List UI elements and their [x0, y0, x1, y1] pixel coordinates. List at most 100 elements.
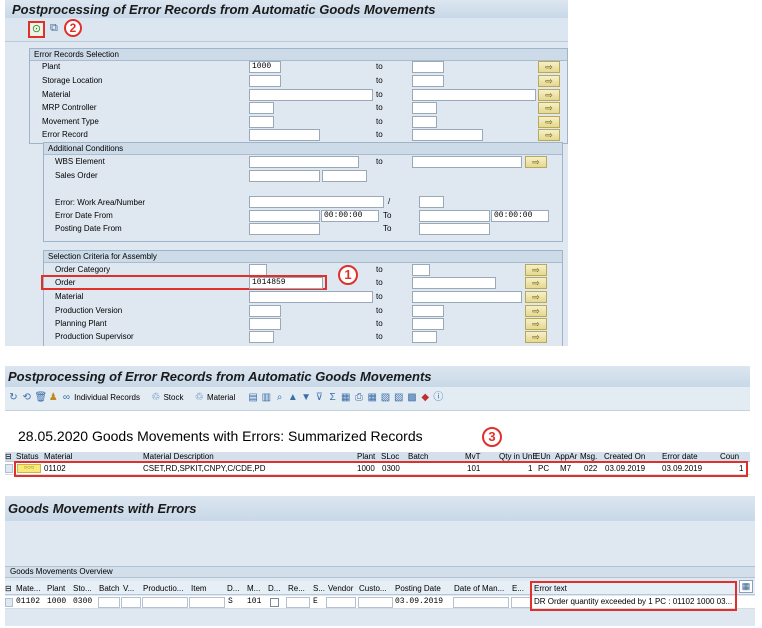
process-icon[interactable]: ⟲ — [21, 392, 32, 403]
error-record-to-field[interactable] — [412, 129, 483, 141]
details-icon[interactable]: ▤ — [248, 392, 259, 403]
order-to-field[interactable] — [412, 277, 496, 289]
col-v[interactable]: V... — [123, 584, 134, 593]
col-date-of-manufacture[interactable]: Date of Man... — [454, 584, 504, 593]
error-date-from-field[interactable] — [249, 210, 320, 222]
cell-checkbox[interactable] — [270, 598, 279, 607]
individual-records-button[interactable]: Individual Records — [74, 393, 140, 402]
multiple-selection-arrow-icon[interactable]: ⇨ — [538, 89, 560, 101]
multiple-selection-arrow-icon[interactable]: ⇨ — [538, 61, 560, 73]
movement-type-to-field[interactable] — [412, 116, 437, 128]
col-material[interactable]: Mate... — [16, 584, 40, 593]
col-material[interactable]: Material — [44, 452, 72, 461]
wbs-from-field[interactable] — [249, 156, 359, 168]
multiple-selection-arrow-icon[interactable]: ⇨ — [525, 318, 547, 330]
glasses-icon[interactable]: ∞ — [61, 392, 72, 403]
assembly-material-to-field[interactable] — [412, 291, 522, 303]
sort-ascending-icon[interactable]: ▲ — [287, 392, 298, 403]
error-time-from-field[interactable]: 00:00:00 — [321, 210, 379, 222]
filter-icon[interactable]: ⊽ — [314, 392, 325, 403]
col-count[interactable]: Coun — [720, 452, 739, 461]
cell-vendor-field[interactable] — [326, 597, 356, 608]
layout-icon[interactable]: ▧ — [380, 392, 391, 403]
save-layout-icon[interactable]: ▩ — [406, 392, 417, 403]
multiple-selection-arrow-icon[interactable]: ⇨ — [538, 129, 560, 141]
sum-icon[interactable]: Σ — [327, 392, 338, 403]
error-date-to-field[interactable] — [419, 210, 490, 222]
col-appar[interactable]: AppAr — [555, 452, 577, 461]
col-s[interactable]: S... — [313, 584, 325, 593]
refresh-icon[interactable]: ↻ — [8, 392, 19, 403]
posting-date-to-field[interactable] — [419, 223, 490, 235]
mrp-controller-from-field[interactable] — [249, 102, 274, 114]
find-icon[interactable]: ⌕ — [274, 392, 285, 403]
variant-icon[interactable]: ⧉ — [50, 22, 58, 35]
cell-customer-field[interactable] — [358, 597, 393, 608]
order-from-field[interactable]: 1014859 — [249, 277, 323, 289]
col-vendor[interactable]: Vendor — [328, 584, 353, 593]
order-category-to-field[interactable] — [412, 264, 430, 276]
multiple-selection-arrow-icon[interactable]: ⇨ — [525, 264, 547, 276]
column-settings-icon[interactable]: ▦ — [739, 580, 753, 593]
col-m[interactable]: M... — [247, 584, 260, 593]
col-error-date[interactable]: Error date — [662, 452, 698, 461]
col-mvt[interactable]: MvT — [465, 452, 481, 461]
material-button[interactable]: Material — [207, 393, 235, 402]
cell-item-field[interactable] — [189, 597, 225, 608]
cell-batch-field[interactable] — [98, 597, 120, 608]
multiple-selection-arrow-icon[interactable]: ⇨ — [525, 291, 547, 303]
multiple-selection-arrow-icon[interactable]: ⇨ — [525, 305, 547, 317]
export-icon[interactable]: ▦ — [367, 392, 378, 403]
print-icon[interactable]: ⎙ — [354, 392, 365, 403]
plant-to-field[interactable] — [412, 61, 444, 73]
col-created-on[interactable]: Created On — [604, 452, 645, 461]
multiple-selection-arrow-icon[interactable]: ⇨ — [525, 277, 547, 289]
cell-e-field[interactable] — [511, 597, 531, 608]
multiple-selection-arrow-icon[interactable]: ⇨ — [538, 75, 560, 87]
col-e[interactable]: E... — [512, 584, 524, 593]
select-icon[interactable]: ▥ — [261, 392, 272, 403]
multiple-selection-arrow-icon[interactable]: ⇨ — [538, 116, 560, 128]
info-icon[interactable]: ⓘ — [433, 392, 444, 403]
sort-descending-icon[interactable]: ▼ — [301, 392, 312, 403]
col-msg[interactable]: Msg. — [580, 452, 597, 461]
error-record-from-field[interactable] — [249, 129, 320, 141]
subtotal-icon[interactable]: ▦ — [340, 392, 351, 403]
plant-from-field[interactable]: 1000 — [249, 61, 281, 73]
select-all-icon[interactable]: ⊟ — [5, 584, 12, 593]
col-customer[interactable]: Custo... — [359, 584, 387, 593]
col-sloc[interactable]: Sto... — [73, 584, 92, 593]
col-plant[interactable]: Plant — [357, 452, 375, 461]
posting-date-from-field[interactable] — [249, 223, 320, 235]
production-version-from-field[interactable] — [249, 305, 281, 317]
row-selector[interactable] — [5, 598, 13, 607]
mrp-controller-to-field[interactable] — [412, 102, 437, 114]
production-version-to-field[interactable] — [412, 305, 444, 317]
sales-order-item-field[interactable] — [322, 170, 367, 182]
stock-icon[interactable]: ♲ — [150, 392, 161, 403]
col-re[interactable]: Re... — [288, 584, 305, 593]
col-sloc[interactable]: SLoc — [381, 452, 399, 461]
execute-icon[interactable]: ⊙ — [28, 21, 45, 38]
cell-v-field[interactable] — [121, 597, 141, 608]
choose-layout-icon[interactable]: ▨ — [393, 392, 404, 403]
delete-icon[interactable]: 🗑 — [34, 392, 47, 403]
row-selector[interactable] — [5, 464, 13, 473]
wbs-to-field[interactable] — [412, 156, 522, 168]
col-plant[interactable]: Plant — [47, 584, 65, 593]
col-batch[interactable]: Batch — [99, 584, 119, 593]
multiple-selection-arrow-icon[interactable]: ⇨ — [538, 102, 560, 114]
cell-production-field[interactable] — [142, 597, 188, 608]
material-from-field[interactable] — [249, 89, 373, 101]
storage-location-from-field[interactable] — [249, 75, 281, 87]
movement-type-from-field[interactable] — [249, 116, 274, 128]
material-to-field[interactable] — [412, 89, 536, 101]
graphic-icon[interactable]: ◆ — [420, 392, 431, 403]
col-status[interactable]: Status — [16, 452, 39, 461]
col-d2[interactable]: D... — [268, 584, 280, 593]
material-icon[interactable]: ♲ — [194, 392, 205, 403]
col-production[interactable]: Productio... — [143, 584, 183, 593]
cell-re-field[interactable] — [286, 597, 310, 608]
multiple-selection-arrow-icon[interactable]: ⇨ — [525, 331, 547, 343]
multiple-selection-arrow-icon[interactable]: ⇨ — [525, 156, 547, 168]
